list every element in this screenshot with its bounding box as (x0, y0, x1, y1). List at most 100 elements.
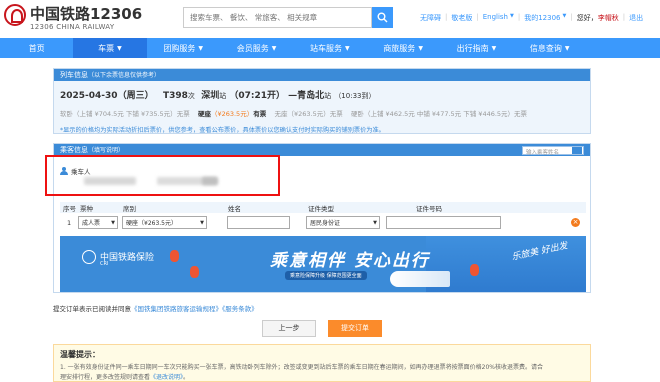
col-seat-class: 席别 (123, 204, 136, 213)
train-graphic (390, 271, 450, 287)
nav-member-service[interactable]: 会员服务 ▼ (220, 38, 293, 58)
seat-availability: 软卧（上铺 ¥704.5元 下铺 ¥735.5元）无票 硬座（¥263.5元）有… (60, 108, 527, 118)
arrive-time: （10:33到） (334, 92, 376, 100)
id-number-input[interactable] (386, 216, 501, 229)
search-icon[interactable] (572, 147, 582, 154)
seat-price: （上铺 ¥704.5元 下铺 ¥735.5元） (73, 110, 177, 118)
tips-box: 温馨提示： 1. 一张有效身份证件同一乘车日期同一车次只能购买一张车票，高铁动卧… (53, 344, 591, 382)
previous-step-button[interactable]: 上一步 (262, 320, 316, 337)
refund-rules-link[interactable]: 《退改说明》 (150, 374, 183, 381)
nav-tickets[interactable]: 车票 ▼ (73, 38, 147, 58)
col-id-type: 证件类型 (308, 204, 334, 213)
submit-order-button[interactable]: 提交订单 (328, 320, 382, 337)
nav-info-query[interactable]: 信息查询 ▼ (513, 38, 586, 58)
tips-text: 理安排行程，更多改签规则请查看 (60, 374, 151, 381)
train-info-panel: 列车信息（以下余票信息仅供参考） 2025-04-30（周三） T398次 深圳… (53, 68, 591, 134)
price-note: *显示的价格均为实际活动折扣后票价，供您参考，查看公布票价，具体票价以您确认支付… (60, 127, 385, 134)
accessibility-link[interactable]: 无障碍 (420, 13, 441, 23)
seat-name: 硬卧 (350, 110, 364, 118)
elder-mode-link[interactable]: 敬老版 (451, 13, 472, 23)
top-links: 无障碍 | 敬老版 | English ▼ | 我的12306 ▼ | 您好， … (420, 13, 643, 23)
nav-group-service[interactable]: 团购服务 ▼ (147, 38, 220, 58)
travel-date: 2025-04-30（周三） (60, 91, 154, 101)
panel-title: 列车信息 (60, 71, 88, 79)
seat-class-value: 硬座（¥263.5元） (126, 220, 177, 227)
station-suffix: 站 (219, 92, 227, 100)
tips-line: 1. 一张有效身份证件同一乘车日期同一车次只能购买一张车票，高铁动卧列车除外；改… (60, 364, 543, 371)
top-header: 中国铁路12306 12306 CHINA RAILWAY 无障碍 | 敬老版 … (0, 0, 660, 38)
chevron-down-icon: ▼ (117, 44, 122, 52)
banner-slogan: 乘意相伴 安心出行 (270, 251, 430, 271)
seat-status: 无票 (514, 110, 528, 118)
nav-travel-guide[interactable]: 出行指南 ▼ (440, 38, 513, 58)
greeting-text: 您好， (576, 14, 598, 22)
to-station: —青岛北 (288, 91, 325, 101)
panel-subtitle: （以下余票信息仅供参考） (88, 72, 161, 79)
tips-title: 温馨提示： (60, 350, 100, 359)
id-type-select[interactable]: 居民身份证 ▼ (306, 216, 380, 229)
logo-subtitle: 12306 CHINA RAILWAY (30, 23, 115, 31)
from-station: 深圳 (201, 91, 220, 101)
seat-status: 无票 (329, 110, 343, 118)
ticket-type-value: 成人票 (82, 220, 101, 227)
agreement-text: 提交订单表示已阅读并同意《国铁集团铁路旅客运输规程》《服务条款》 (53, 303, 258, 313)
train-summary: 2025-04-30（周三） T398次 深圳站 （07:21开） —青岛北站 … (60, 88, 376, 101)
seat-name: 无座 (274, 110, 288, 118)
col-ticket-type: 票种 (80, 204, 93, 213)
logout-link[interactable]: 退出 (629, 13, 643, 23)
insurance-banner[interactable]: 中国铁路保险 CRI 乘意相伴 安心出行 乘意险保障升级 保障范围更全面 乐旅美… (60, 236, 586, 292)
nav-label: 车票 (98, 43, 115, 53)
railway-logo-icon[interactable] (4, 4, 26, 26)
chevron-down-icon: ▼ (510, 13, 514, 19)
lantern-icon (470, 264, 479, 276)
site-search-box[interactable] (183, 7, 372, 28)
delete-icon[interactable]: × (571, 218, 580, 227)
passenger-search-input[interactable]: 输入乘客姓名 (522, 146, 584, 156)
logo-title[interactable]: 中国铁路12306 (30, 3, 142, 24)
nav-label: 出行指南 (456, 43, 489, 53)
lantern-icon (190, 266, 199, 278)
name-input[interactable] (227, 216, 290, 229)
rules-link[interactable]: 《国铁集团铁路旅客运输规程》 (131, 305, 222, 313)
nav-business-service[interactable]: 商旅服务 ▼ (366, 38, 439, 58)
terms-link[interactable]: 《服务条款》 (222, 305, 258, 313)
chevron-down-icon: ▼ (271, 44, 277, 52)
nav-station-service[interactable]: 站车服务 ▼ (293, 38, 366, 58)
passenger-search-placeholder: 输入乘客姓名 (526, 150, 560, 156)
col-name: 姓名 (228, 204, 241, 213)
nav-label: 信息查询 (529, 43, 562, 53)
train-number: T398 (162, 91, 188, 101)
table-header: 序号 票种 席别 姓名 证件类型 证件号码 (60, 202, 586, 213)
banner-subtitle: 乘意险保障升级 保障范围更全面 (285, 271, 367, 280)
my-12306-link[interactable]: 我的12306 (524, 13, 560, 23)
id-type-value: 居民身份证 (310, 220, 341, 227)
search-button[interactable] (372, 7, 393, 28)
language-link[interactable]: English (483, 13, 508, 23)
chevron-down-icon: ▼ (198, 44, 204, 52)
panel-title: 乘客信息 (60, 146, 88, 154)
seat-price: （上铺 ¥462.5元 中铺 ¥477.5元 下铺 ¥446.5元） (363, 110, 515, 118)
nav-home[interactable]: 首页 (0, 38, 73, 58)
nav-label: 首页 (28, 43, 45, 53)
row-index: 1 (67, 219, 72, 227)
nav-label: 团购服务 (163, 43, 196, 53)
divider: | (476, 13, 479, 21)
lantern-icon (170, 250, 179, 262)
seat-name: 硬座 (197, 110, 211, 118)
seat-status: 无票 (176, 110, 190, 118)
fill-instructions-link[interactable]: （填写说明） (88, 147, 124, 154)
agreement-prefix: 提交订单表示已阅读并同意 (53, 305, 131, 313)
tips-line: 理安排行程，更多改签规则请查看《退改说明》。 (60, 372, 189, 381)
nav-label: 商旅服务 (383, 43, 416, 53)
train-info-header: 列车信息（以下余票信息仅供参考） (54, 69, 590, 81)
depart-time: （07:21开） (229, 91, 286, 101)
ticket-type-select[interactable]: 成人票 ▼ (78, 216, 118, 229)
divider: | (517, 13, 521, 21)
col-index: 序号 (63, 204, 76, 213)
site-search-input[interactable] (184, 8, 371, 27)
col-id-number: 证件号码 (416, 204, 442, 213)
user-name-link[interactable]: 李帽秋 (598, 13, 619, 23)
seat-class-select[interactable]: 硬座（¥263.5元） ▼ (122, 216, 207, 229)
divider: | (622, 13, 626, 21)
table-row: 1 成人票 ▼ 硬座（¥263.5元） ▼ 居民身份证 ▼ × (60, 213, 586, 233)
